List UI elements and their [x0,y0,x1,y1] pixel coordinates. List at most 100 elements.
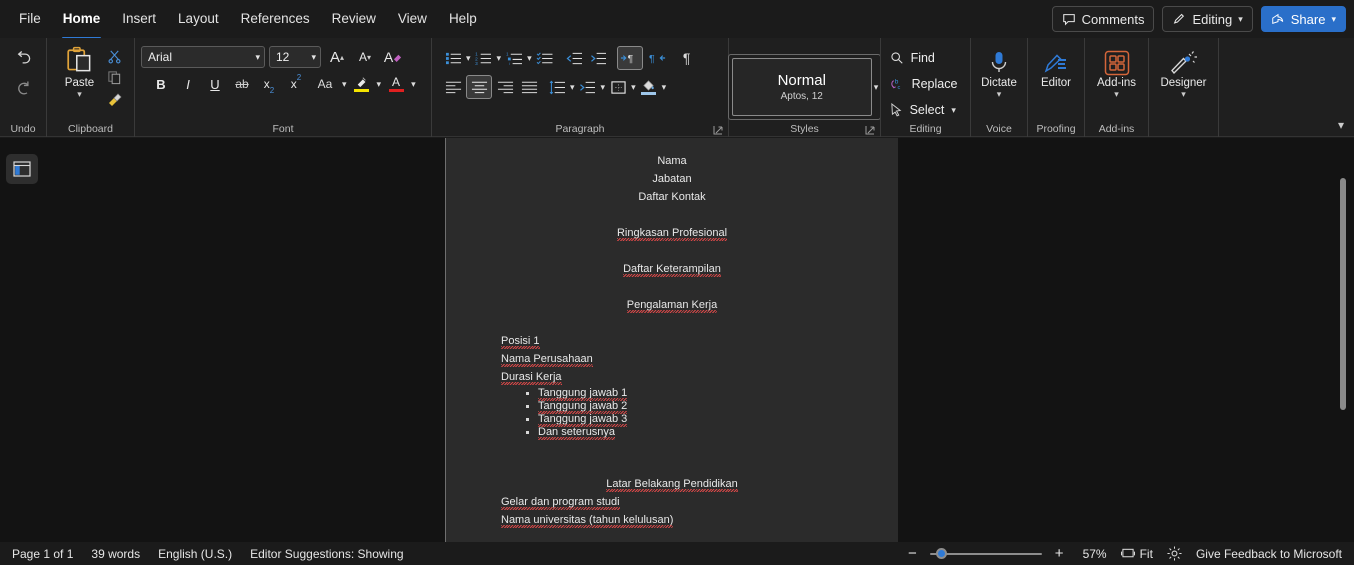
collapse-ribbon-button[interactable]: ▾ [1338,118,1344,132]
document-body[interactable]: Nama Jabatan Daftar Kontak Ringkasan Pro… [446,138,898,542]
replace-button[interactable]: bc Replace [888,73,964,95]
ribbon-group-styles: Normal Aptos, 12 ▾ Styles [727,38,882,137]
doc-text: Durasi Kerja [501,371,562,383]
zoom-slider[interactable] [929,547,1042,561]
indent-button[interactable] [577,76,599,98]
zoom-in-button[interactable]: + [1052,545,1067,562]
tab-file[interactable]: File [8,4,52,34]
decrease-indent-button[interactable] [564,47,586,69]
italic-button[interactable]: I [176,73,200,95]
language-indicator[interactable]: English (U.S.) [158,547,232,561]
borders-button[interactable] [607,76,629,98]
shading-button[interactable] [638,76,660,98]
shrink-font-button[interactable]: A ▾ [353,46,377,68]
paragraph-dialog-launcher[interactable] [712,124,724,136]
page-count[interactable]: Page 1 of 1 [12,547,73,561]
document-canvas: Nama Jabatan Daftar Kontak Ringkasan Pro… [0,138,1354,542]
italic-icon: I [186,76,190,92]
numbering-button[interactable]: 123 [473,47,495,69]
style-normal-item[interactable]: Normal Aptos, 12 [731,58,872,116]
zoom-out-button[interactable]: − [905,545,920,562]
ribbon-group-paragraph: ▾ 123 ▾ 1i ▾ ¶ ¶ ¶ ▾ ▾ ▾ ▾ Paragraph [431,38,728,137]
tab-review[interactable]: Review [321,4,387,34]
designer-button[interactable]: Designer ▾ [1156,48,1210,100]
task-list-button[interactable] [534,47,556,69]
svg-text:i: i [508,62,509,66]
fit-icon [1120,547,1135,560]
grow-font-button[interactable]: A ▴ [325,46,349,68]
replace-label: Replace [911,77,958,91]
undo-button[interactable] [8,44,38,72]
font-size-input[interactable]: 12 ▾ [269,46,321,68]
styles-dialog-launcher[interactable] [864,124,876,136]
font-name-input[interactable]: Arial ▾ [141,46,265,68]
fit-button[interactable]: Fit [1120,547,1153,561]
addins-button[interactable]: Add-ins ▾ [1093,48,1140,100]
svg-text:1: 1 [506,51,509,56]
paste-button[interactable]: Paste ▾ [58,44,102,100]
editor-button[interactable]: Editor [1034,50,1078,91]
tab-home-label: Home [62,11,101,26]
find-button[interactable]: Find [888,47,941,69]
dictate-button[interactable]: Dictate ▾ [977,48,1021,100]
zoom-slider-handle[interactable] [935,548,947,559]
chevron-down-icon: ▾ [631,81,636,92]
align-left-button[interactable] [442,76,464,98]
tab-review-label: Review [331,11,376,26]
navigation-pane-toggle[interactable] [6,154,38,184]
redo-button[interactable] [8,74,38,102]
tab-help[interactable]: Help [438,4,488,34]
tab-insert[interactable]: Insert [111,4,167,34]
strikethrough-button[interactable]: ab [230,73,254,95]
zoom-level[interactable]: 57% [1083,547,1107,561]
document-page[interactable]: Nama Jabatan Daftar Kontak Ringkasan Pro… [445,138,898,542]
subscript-button[interactable]: x2 [257,73,281,95]
vertical-scrollbar[interactable] [1338,138,1348,542]
change-case-button[interactable]: Aa [311,73,339,95]
rtl-text-direction-button[interactable]: ¶ [645,46,671,70]
editor-suggestions-status[interactable]: Editor Suggestions: Showing [250,547,403,561]
doc-text: Dan seterusnya [538,426,616,438]
show-formatting-marks-button[interactable]: ¶ [676,47,698,69]
doc-line-jabatan: Jabatan [446,170,898,188]
line-spacing-button[interactable] [546,76,568,98]
styles-gallery[interactable]: Normal Aptos, 12 ▾ [727,54,882,120]
share-button[interactable]: Share ▾ [1260,6,1346,32]
word-count[interactable]: 39 words [91,547,140,561]
select-button[interactable]: Select ▾ [888,99,962,121]
cut-button[interactable] [106,47,124,65]
tab-home[interactable]: Home [52,4,112,39]
tab-layout[interactable]: Layout [167,4,230,34]
editing-mode-button[interactable]: Editing ▾ [1162,6,1253,32]
clear-formatting-button[interactable]: A [381,46,405,68]
bullets-button[interactable] [442,47,464,69]
format-painter-button[interactable] [106,89,124,107]
titlebar-actions: Comments Editing ▾ Share ▾ [1051,0,1346,38]
doc-heading-pengalaman-kerja: Pengalaman Kerja [446,296,898,314]
text-highlight-button[interactable] [350,73,374,95]
tab-view[interactable]: View [387,4,438,34]
styles-more-chevron-down-icon[interactable]: ▾ [874,82,879,93]
change-case-icon: Aa [317,77,333,91]
ltr-text-direction-button[interactable]: ¶ [616,46,643,70]
share-label: Share [1290,11,1326,27]
align-right-button[interactable] [494,76,516,98]
feedback-link[interactable]: Give Feedback to Microsoft [1196,547,1342,561]
bold-button[interactable]: B [149,73,173,95]
tab-insert-label: Insert [122,11,157,26]
addins-label: Add-ins [1097,77,1136,89]
font-color-button[interactable]: A [384,73,408,95]
scrollbar-thumb[interactable] [1340,178,1346,410]
list-item: Tanggung jawab 1 [524,387,898,400]
underline-button[interactable]: U [203,73,227,95]
superscript-button[interactable]: x2 [284,73,308,95]
focus-mode-button[interactable] [1167,546,1182,561]
align-center-button[interactable] [466,75,492,99]
increase-indent-button[interactable] [588,47,610,69]
tab-references[interactable]: References [230,4,321,34]
comments-button[interactable]: Comments [1051,6,1155,32]
justify-button[interactable] [518,76,540,98]
multilevel-list-button[interactable]: 1i [503,47,525,69]
copy-button[interactable] [106,68,124,86]
doc-blank-line [446,206,898,224]
